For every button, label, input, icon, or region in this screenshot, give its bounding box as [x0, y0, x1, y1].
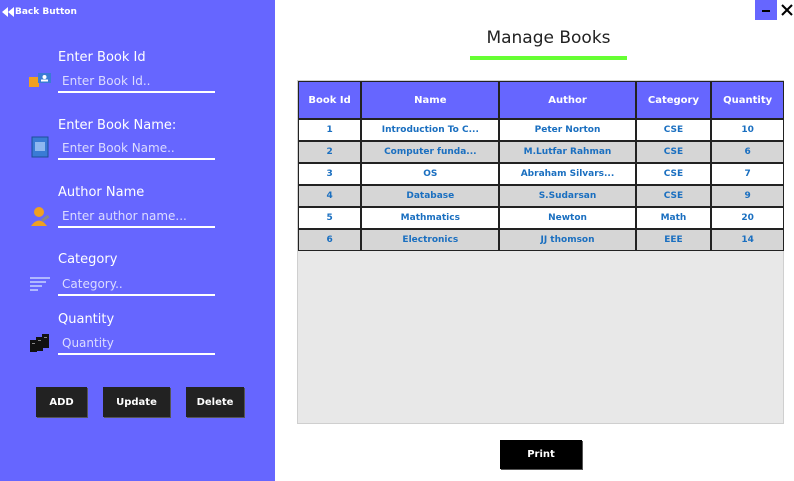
books-table: Book Id Name Author Category Quantity 1 …	[298, 81, 784, 251]
book-icon	[28, 135, 52, 159]
minimize-button[interactable]	[755, 0, 777, 20]
author-name-input[interactable]	[58, 206, 215, 228]
table-header-row: Book Id Name Author Category Quantity	[298, 81, 784, 119]
table-row[interactable]: 1 Introduction To C... Peter Norton CSE …	[298, 119, 784, 141]
table-row[interactable]: 2 Computer funda... M.Lutfar Rahman CSE …	[298, 141, 784, 163]
cell-category: CSE	[635, 163, 712, 185]
minimize-icon	[762, 10, 770, 12]
header-book-id[interactable]: Book Id	[298, 81, 362, 119]
back-arrow-icon	[2, 7, 14, 17]
cell-quantity: 14	[711, 229, 784, 251]
cell-author: Abraham Silvars...	[499, 163, 636, 185]
page-title: Manage Books	[486, 28, 611, 48]
cell-category: CSE	[635, 141, 712, 163]
back-button[interactable]: Back Button	[2, 5, 77, 19]
close-icon	[780, 4, 793, 16]
cell-name: Database	[361, 185, 500, 207]
add-button[interactable]: ADD	[36, 387, 87, 417]
print-button[interactable]: Print	[500, 440, 582, 469]
cell-name: Introduction To C...	[361, 119, 500, 141]
list-icon	[28, 272, 52, 296]
delete-button[interactable]: Delete	[186, 387, 244, 417]
books-table-container[interactable]: Book Id Name Author Category Quantity 1 …	[297, 80, 784, 424]
cell-book-id: 6	[298, 229, 362, 251]
cell-category: CSE	[635, 185, 712, 207]
update-button[interactable]: Update	[103, 387, 170, 417]
stack-icon	[28, 331, 52, 355]
close-button[interactable]	[779, 0, 794, 20]
cell-name: Mathmatics	[361, 207, 500, 229]
cell-book-id: 1	[298, 119, 362, 141]
header-name[interactable]: Name	[361, 81, 500, 119]
book-id-input[interactable]	[58, 71, 215, 93]
cell-name: Computer funda...	[361, 141, 500, 163]
back-button-label: Back Button	[15, 7, 77, 17]
title-underline	[470, 56, 627, 60]
cell-name: OS	[361, 163, 500, 185]
cell-category: CSE	[635, 119, 712, 141]
cell-quantity: 9	[711, 185, 784, 207]
book-name-label: Enter Book Name:	[58, 118, 177, 133]
table-row[interactable]: 4 Database S.Sudarsan CSE 9	[298, 185, 784, 207]
id-card-icon	[28, 68, 52, 92]
cell-quantity: 6	[711, 141, 784, 163]
category-label: Category	[58, 252, 118, 267]
cell-author: M.Lutfar Rahman	[499, 141, 636, 163]
header-quantity[interactable]: Quantity	[711, 81, 784, 119]
quantity-input[interactable]	[58, 333, 215, 355]
cell-name: Electronics	[361, 229, 500, 251]
book-id-label: Enter Book Id	[58, 50, 146, 65]
manage-books-window: Back Button Enter Book Id Enter Book Nam…	[0, 0, 794, 481]
header-category[interactable]: Category	[635, 81, 712, 119]
cell-author: Newton	[499, 207, 636, 229]
cell-author: S.Sudarsan	[499, 185, 636, 207]
sidebar: Back Button Enter Book Id Enter Book Nam…	[0, 0, 275, 481]
table-row[interactable]: 5 Mathmatics Newton Math 20	[298, 207, 784, 229]
cell-category: EEE	[635, 229, 712, 251]
cell-quantity: 7	[711, 163, 784, 185]
author-user-icon	[28, 204, 52, 228]
table-row[interactable]: 3 OS Abraham Silvars... CSE 7	[298, 163, 784, 185]
header-author[interactable]: Author	[499, 81, 636, 119]
cell-quantity: 20	[711, 207, 784, 229]
cell-category: Math	[635, 207, 712, 229]
cell-book-id: 2	[298, 141, 362, 163]
cell-quantity: 10	[711, 119, 784, 141]
book-name-input[interactable]	[58, 138, 215, 160]
author-name-label: Author Name	[58, 185, 145, 200]
cell-author: Peter Norton	[499, 119, 636, 141]
cell-book-id: 3	[298, 163, 362, 185]
quantity-label: Quantity	[58, 312, 115, 327]
table-row[interactable]: 6 Electronics JJ thomson EEE 14	[298, 229, 784, 251]
cell-book-id: 4	[298, 185, 362, 207]
category-input[interactable]	[58, 274, 215, 296]
cell-author: JJ thomson	[499, 229, 636, 251]
cell-book-id: 5	[298, 207, 362, 229]
